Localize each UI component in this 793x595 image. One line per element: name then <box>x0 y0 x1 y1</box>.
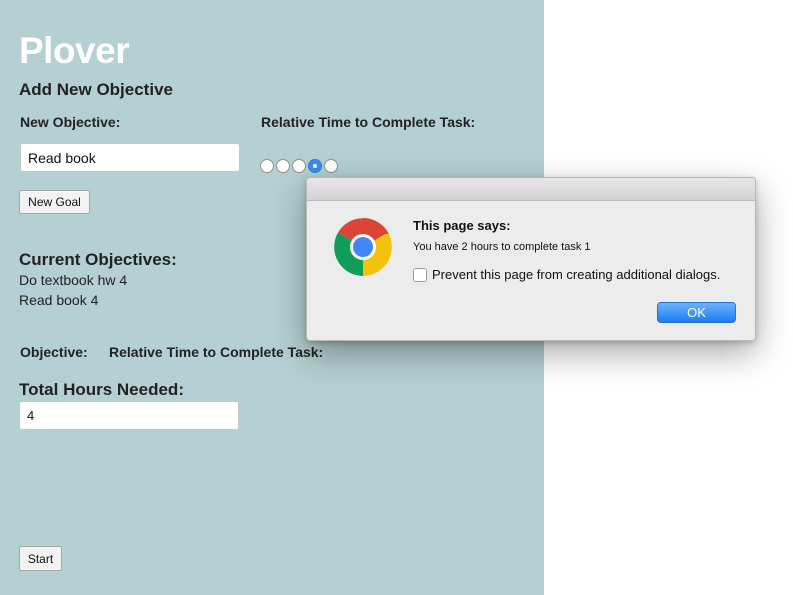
time-radio-1[interactable] <box>260 159 274 173</box>
time-radio-2[interactable] <box>276 159 290 173</box>
time-radio-5[interactable] <box>324 159 338 173</box>
time-radio-4[interactable] <box>308 159 322 173</box>
dialog-titlebar[interactable] <box>307 178 755 201</box>
start-button[interactable]: Start <box>19 546 62 571</box>
ok-button[interactable]: OK <box>657 302 736 323</box>
objective-column-header: Objective: <box>20 344 88 360</box>
total-hours-input[interactable] <box>19 401 239 430</box>
add-objective-heading: Add New Objective <box>19 80 173 99</box>
list-item: Do textbook hw 4 <box>19 272 128 288</box>
new-objective-input[interactable] <box>20 143 240 172</box>
total-hours-heading: Total Hours Needed: <box>19 380 184 399</box>
alert-dialog: This page says: You have 2 hours to comp… <box>306 177 756 341</box>
time-radio-3[interactable] <box>292 159 306 173</box>
relative-time-radio-group <box>260 159 338 173</box>
chrome-logo-icon <box>334 218 392 276</box>
relative-time-column-header: Relative Time to Complete Task: <box>109 344 324 360</box>
prevent-dialogs-label[interactable]: Prevent this page from creating addition… <box>432 267 720 282</box>
current-objectives-heading: Current Objectives: <box>19 250 177 269</box>
dialog-body: This page says: You have 2 hours to comp… <box>307 201 755 340</box>
dialog-message: You have 2 hours to complete task 1 <box>413 241 591 253</box>
list-item: Read book 4 <box>19 292 99 308</box>
dialog-title: This page says: <box>413 218 511 233</box>
new-goal-button[interactable]: New Goal <box>19 190 90 214</box>
prevent-dialogs-option[interactable]: Prevent this page from creating addition… <box>413 267 720 282</box>
new-objective-label: New Objective: <box>20 114 121 130</box>
app-title: Plover <box>19 30 130 71</box>
relative-time-label: Relative Time to Complete Task: <box>261 114 476 130</box>
prevent-dialogs-checkbox[interactable] <box>413 267 427 282</box>
